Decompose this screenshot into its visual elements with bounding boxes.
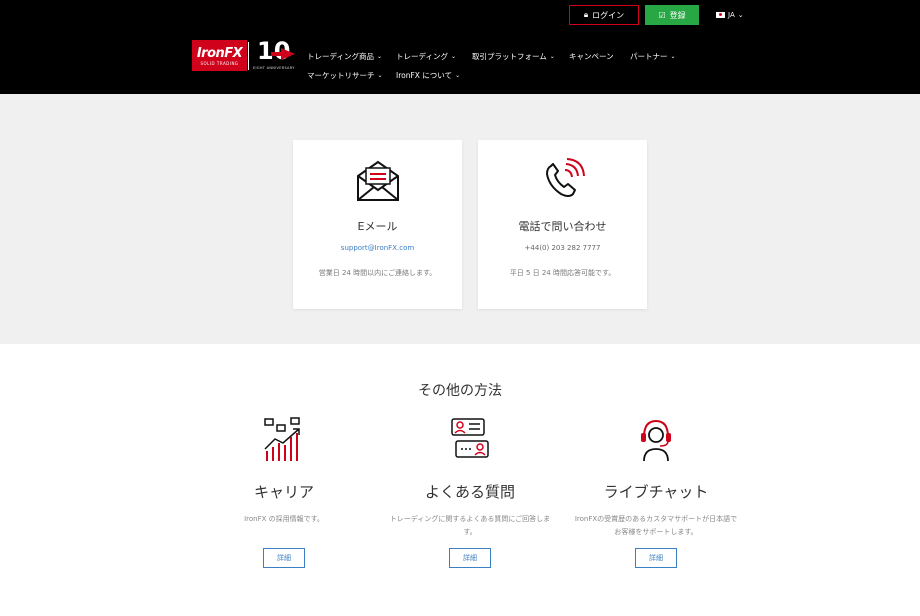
livechat-title: ライブチャット [603, 483, 709, 501]
phone-title: 電話で問い合わせ [518, 220, 607, 233]
nav-platforms[interactable]: 取引プラットフォーム ⌄ [472, 51, 569, 62]
livechat-details-button[interactable]: 詳細 [635, 548, 677, 568]
nav-market-research[interactable]: マーケットリサーチ ⌄ [307, 70, 396, 81]
headset-support-icon [566, 415, 746, 463]
chevron-down-icon: ⌄ [377, 72, 383, 79]
nav-campaign[interactable]: キャンペーン [569, 51, 630, 62]
main-nav-row2: マーケットリサーチ ⌄ IronFX について ⌄ [307, 70, 476, 81]
email-note: 営業日 24 時間以内にご連絡します。 [318, 269, 437, 277]
chevron-down-icon: ⌄ [549, 53, 555, 60]
chevron-down-icon: ⌄ [737, 11, 744, 19]
language-selector[interactable]: JA ⌄ [716, 11, 744, 19]
chevron-down-icon: ⌄ [376, 53, 383, 60]
chevron-down-icon: ⌄ [450, 53, 457, 60]
career-title: キャリア [253, 483, 314, 501]
faq-chat-icon [380, 415, 560, 463]
career-details-button[interactable]: 詳細 [263, 548, 305, 568]
nav-trading[interactable]: トレーディング ⌄ [396, 51, 472, 62]
method-faq: よくある質問 トレーディングに関するよくある質問にご回答します。 詳細 [380, 415, 560, 568]
login-button[interactable]: 🔒︎ ログイン [569, 5, 639, 25]
other-methods-title: その他の方法 [418, 383, 502, 399]
method-career: キャリア IronFX の採用情報です。 詳細 [194, 415, 374, 568]
contact-section: Eメール support@IronFX.com 営業日 24 時間以内にご連絡し… [0, 94, 920, 344]
main-nav-row1: トレーディング商品 ⌄ トレーディング ⌄ 取引プラットフォーム ⌄ キャンペーン パ… [307, 51, 690, 62]
email-card: Eメール support@IronFX.com 営業日 24 時間以内にご連絡し… [293, 140, 462, 309]
chevron-down-icon: ⌄ [455, 72, 461, 79]
nav-trading-products[interactable]: トレーディング商品 ⌄ [307, 51, 396, 62]
logo-divider [248, 42, 249, 70]
faq-title: よくある質問 [424, 483, 515, 501]
ironfx-logo[interactable]: IronFX SOLID TRADING [192, 40, 247, 71]
faq-desc: トレーディングに関するよくある質問にご回答します。 [389, 515, 551, 536]
phone-card: 電話で問い合わせ +44(0) 203 282 7777 平日 5 日 24 時… [478, 140, 647, 309]
japan-flag-icon [716, 12, 725, 18]
nav-about[interactable]: IronFX について ⌄ [396, 70, 476, 81]
phone-icon [478, 158, 647, 202]
faq-details-button[interactable]: 詳細 [449, 548, 491, 568]
envelope-icon [293, 158, 462, 202]
lock-icon: 🔒︎ [583, 10, 589, 19]
site-header: 🔒︎ ログイン ☑ 登録 JA ⌄ IronFX SOLID TRADING 1… [0, 0, 920, 94]
livechat-desc: IronFXの受賞歴のあるカスタマサポートが日本語でお客様をサポートします。 [574, 515, 738, 536]
career-chart-icon [194, 415, 374, 463]
nav-partner[interactable]: パートナー ⌄ [630, 51, 690, 62]
email-title: Eメール [357, 220, 398, 233]
checkbox-icon: ☑ [658, 10, 666, 20]
phone-note: 平日 5 日 24 時間応答可能です。 [509, 269, 616, 277]
phone-number[interactable]: +44(0) 203 282 7777 [478, 244, 647, 252]
register-button[interactable]: ☑ 登録 [645, 5, 699, 25]
method-livechat: ライブチャット IronFXの受賞歴のあるカスタマサポートが日本語でお客様をサポ… [566, 415, 746, 568]
email-link[interactable]: support@IronFX.com [293, 244, 462, 252]
chevron-down-icon: ⌄ [670, 53, 676, 60]
career-desc: IronFX の採用情報です。 [244, 515, 324, 523]
arrow-right-icon [281, 48, 295, 60]
anniversary-badge: 10 EIGHT ANNIVERSARY [253, 37, 295, 70]
